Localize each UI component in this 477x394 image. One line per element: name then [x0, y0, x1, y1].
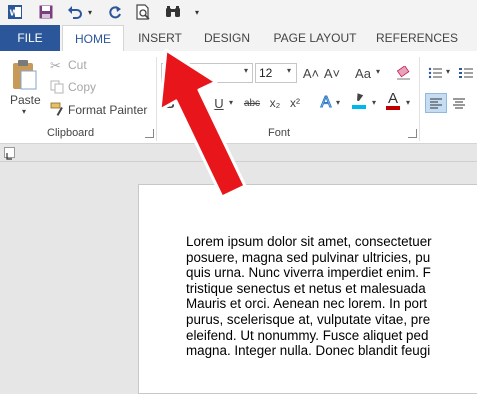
highlight-color-button[interactable]	[350, 91, 368, 111]
font-color-letter: A	[387, 90, 398, 107]
tab-page-layout[interactable]: PAGE LAYOUT	[266, 25, 364, 51]
document-line: quis urna. Nunc viverra imperdiet enim. …	[186, 265, 431, 281]
document-line: purus, scelerisque at, vulputate vitae, …	[186, 311, 431, 327]
font-color-dropdown-icon[interactable]: ▾	[406, 98, 410, 107]
svg-text:W: W	[10, 9, 19, 18]
shrink-font-button[interactable]: A˅	[324, 63, 340, 83]
document-line: Lorem ipsum dolor sit amet, consectetuer	[186, 234, 432, 249]
subscript-button[interactable]: x₂	[268, 93, 282, 113]
document-line: posuere, magna sed pulvinar ultricies, p…	[186, 249, 431, 265]
ribbon-home: Paste ▾ ✂ Cut Copy Format Painter Clipbo…	[0, 51, 477, 144]
bullets-icon[interactable]	[427, 63, 443, 83]
undo-dropdown-icon[interactable]: ▾	[86, 3, 94, 21]
change-case-dropdown-icon[interactable]: ▾	[376, 67, 380, 76]
format-painter-button[interactable]: Format Painter	[48, 101, 153, 119]
font-dialog-launcher-icon[interactable]	[408, 129, 417, 138]
clipboard-dialog-launcher-icon[interactable]	[145, 129, 154, 138]
clipboard-icon	[12, 59, 38, 96]
ruler-strip	[0, 144, 477, 162]
font-color-button[interactable]: A	[384, 91, 402, 111]
document-line: tristique senectus et netus et malesuada	[186, 280, 426, 296]
cut-button[interactable]: ✂ Cut	[48, 56, 108, 74]
font-size-dropdown-icon[interactable]: ▾	[287, 66, 291, 75]
font-name-dropdown[interactable]	[161, 63, 253, 83]
copy-label: Copy	[68, 80, 97, 94]
format-painter-label: Format Painter	[68, 103, 148, 117]
document-line: magna. Integer nulla. Donec blandit feug…	[186, 343, 431, 359]
align-center-icon[interactable]	[450, 93, 468, 113]
paste-dropdown-icon[interactable]: ▾	[22, 107, 26, 116]
paste-button[interactable]: Paste ▾	[4, 57, 44, 121]
paintbrush-icon	[50, 102, 65, 122]
scissors-icon: ✂	[50, 58, 61, 73]
tab-file[interactable]: FILE	[0, 25, 60, 51]
italic-button[interactable]: I	[190, 93, 204, 113]
copy-icon	[50, 80, 64, 99]
font-name-dropdown-icon[interactable]: ▾	[244, 66, 248, 75]
strikethrough-button[interactable]: abc	[242, 93, 262, 113]
font-group-label: Font	[268, 127, 291, 139]
bold-button[interactable]: B	[162, 93, 178, 113]
binoculars-icon[interactable]	[164, 3, 182, 21]
customize-dropdown-icon[interactable]: ▾	[192, 3, 202, 21]
copy-button[interactable]: Copy	[48, 78, 108, 96]
font-color-swatch	[386, 106, 400, 110]
underline-dropdown-icon[interactable]: ▾	[229, 98, 233, 107]
tab-insert[interactable]: INSERT	[130, 25, 190, 51]
paste-label: Paste	[10, 93, 41, 107]
tab-references[interactable]: REFERENCES	[374, 25, 460, 51]
tab-selector-button[interactable]	[4, 147, 15, 160]
clear-formatting-icon[interactable]	[395, 63, 413, 83]
redo-icon[interactable]	[106, 3, 124, 21]
save-icon[interactable]	[38, 3, 54, 21]
clipboard-group-label: Clipboard	[47, 127, 95, 139]
tab-home[interactable]: HOME	[62, 25, 124, 52]
tab-design[interactable]: DESIGN	[198, 25, 256, 51]
document-line: Mauris et orci. Aenean nec lorem. In por…	[186, 296, 428, 312]
word-icon[interactable]: W	[7, 3, 23, 21]
grow-font-button[interactable]: A˄	[303, 63, 319, 83]
group-divider	[156, 57, 157, 141]
superscript-button[interactable]: x²	[288, 93, 302, 113]
ribbon-tabs: FILE HOME INSERT DESIGN PAGE LAYOUT REFE…	[0, 25, 477, 52]
numbering-icon[interactable]	[458, 63, 474, 83]
print-preview-icon[interactable]	[134, 3, 152, 21]
change-case-button[interactable]: Aa	[353, 63, 373, 83]
document-line: eleifend. Ut nonummy. Fusce aliquet ped	[186, 327, 429, 343]
group-divider	[419, 57, 420, 141]
cut-label: Cut	[68, 58, 87, 72]
align-left-icon[interactable]	[425, 93, 447, 113]
quick-access-toolbar: W ▾ ▾	[0, 0, 477, 25]
text-effects-button[interactable]: A	[318, 93, 334, 113]
document-body[interactable]: Lorem ipsum dolor sit amet, consectetuer…	[186, 234, 477, 359]
underline-button[interactable]: U	[212, 93, 226, 113]
bullets-dropdown-icon[interactable]: ▾	[446, 67, 450, 76]
highlight-dropdown-icon[interactable]: ▾	[372, 98, 376, 107]
undo-icon[interactable]	[66, 3, 84, 21]
text-effects-dropdown-icon[interactable]: ▾	[336, 98, 340, 107]
